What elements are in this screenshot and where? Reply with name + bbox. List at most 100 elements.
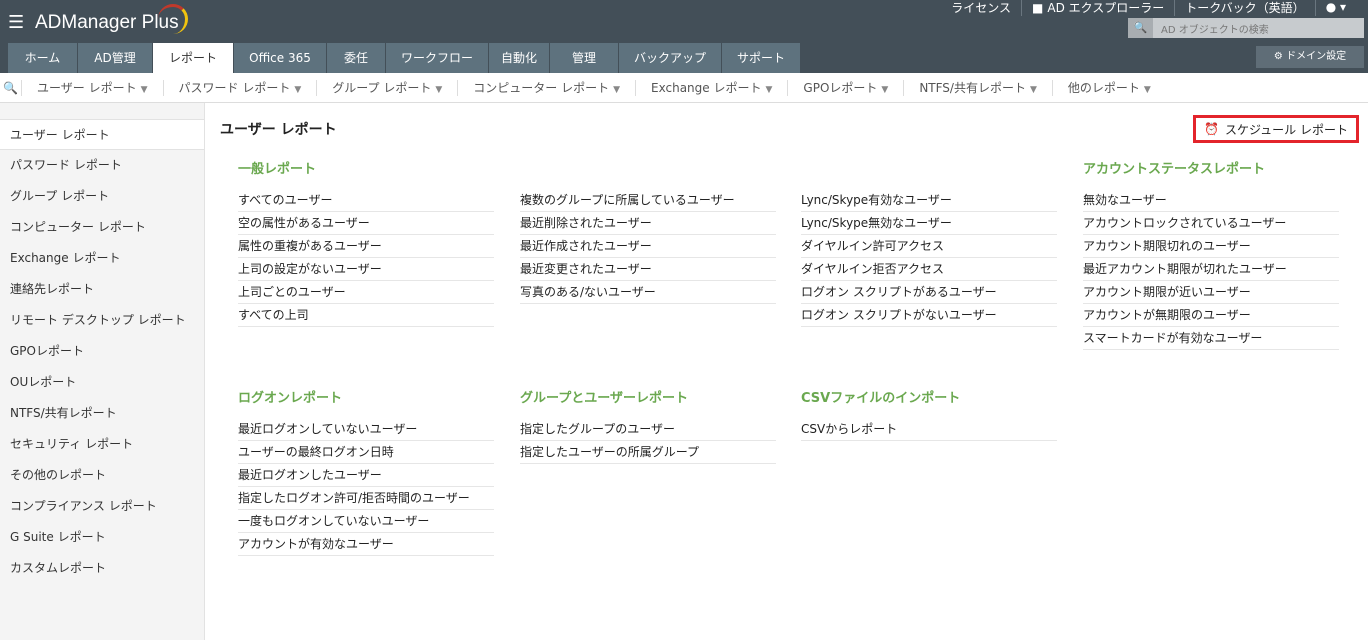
- tab-9[interactable]: サポート: [722, 43, 801, 73]
- subnav-item[interactable]: NTFS/共有レポート ▼: [904, 79, 1053, 96]
- report-link[interactable]: すべてのユーザー: [238, 189, 494, 212]
- report-link[interactable]: 最近アカウント期限が切れたユーザー: [1083, 258, 1339, 281]
- report-link[interactable]: 空の属性があるユーザー: [238, 212, 494, 235]
- section-heading: [520, 158, 776, 176]
- license-link[interactable]: ライセンス: [941, 0, 1023, 16]
- sidebar-item[interactable]: 連絡先レポート: [0, 274, 204, 305]
- caret-down-icon: ▼: [613, 84, 621, 95]
- menu-icon[interactable]: ☰: [8, 12, 24, 33]
- report-link[interactable]: 上司の設定がないユーザー: [238, 258, 494, 281]
- sidebar-item[interactable]: G Suite レポート: [0, 522, 204, 553]
- caret-down-icon: ▼: [1143, 84, 1151, 95]
- tab-6[interactable]: 自動化: [489, 43, 550, 73]
- sidebar-item[interactable]: コンピューター レポート: [0, 212, 204, 243]
- caret-down-icon: ▼: [881, 84, 889, 95]
- subnav-label: ユーザー レポート: [37, 80, 137, 95]
- section-heading: CSVファイルのインポート: [801, 391, 961, 406]
- report-link[interactable]: アカウント期限切れのユーザー: [1083, 235, 1339, 258]
- report-link[interactable]: Lync/Skype有効なユーザー: [801, 189, 1057, 212]
- sidebar-item[interactable]: カスタムレポート: [0, 553, 204, 584]
- sidebar-item[interactable]: リモート デスクトップ レポート: [0, 305, 204, 336]
- report-link[interactable]: 最近ログオンしたユーザー: [238, 464, 494, 487]
- tab-4[interactable]: 委任: [327, 43, 386, 73]
- report-link[interactable]: 最近ログオンしていないユーザー: [238, 418, 494, 441]
- report-link[interactable]: 指定したグループのユーザー: [520, 418, 776, 441]
- report-link[interactable]: 無効なユーザー: [1083, 189, 1339, 212]
- caret-down-icon: ▼: [435, 84, 443, 95]
- report-link[interactable]: ダイヤルイン拒否アクセス: [801, 258, 1057, 281]
- report-subnav: 🔍 ユーザー レポート ▼ パスワード レポート ▼ グループ レポート ▼ コンピューター…: [0, 73, 1368, 103]
- gear-icon: ⚙: [1273, 51, 1283, 62]
- search-icon[interactable]: 🔍: [1128, 18, 1153, 38]
- sidebar-item[interactable]: グループ レポート: [0, 181, 204, 212]
- sidebar-item[interactable]: Exchange レポート: [0, 243, 204, 274]
- report-link[interactable]: 最近削除されたユーザー: [520, 212, 776, 235]
- schedule-report-button[interactable]: ⏰ スケジュール レポート: [1193, 115, 1359, 143]
- report-section: CSVファイルのインポート CSVからレポート: [801, 387, 1057, 441]
- report-link[interactable]: Lync/Skype無効なユーザー: [801, 212, 1057, 235]
- report-section: 複数のグループに所属しているユーザー 最近削除されたユーザー 最近作成されたユーザー…: [520, 158, 776, 304]
- talkback-link[interactable]: トークバック（英語）: [1175, 0, 1316, 16]
- sidebar-item[interactable]: ユーザー レポート: [0, 119, 204, 150]
- app-logo[interactable]: ADManager Plus: [35, 12, 179, 34]
- sidebar-item[interactable]: コンプライアンス レポート: [0, 491, 204, 522]
- ad-explorer-link[interactable]: ■ AD エクスプローラー: [1022, 0, 1176, 16]
- section-heading: [801, 158, 1057, 176]
- report-link[interactable]: すべての上司: [238, 304, 494, 327]
- report-link[interactable]: スマートカードが有効なユーザー: [1083, 327, 1339, 350]
- subnav-item[interactable]: Exchange レポート ▼: [636, 79, 789, 96]
- user-avatar-icon[interactable]: ● ▾: [1316, 0, 1356, 14]
- report-link[interactable]: アカウントが有効なユーザー: [238, 533, 494, 556]
- subnav-label: パスワード レポート: [178, 80, 291, 95]
- tab-3[interactable]: Office 365: [234, 43, 327, 73]
- tab-0[interactable]: ホーム: [8, 43, 78, 73]
- report-link[interactable]: 上司ごとのユーザー: [238, 281, 494, 304]
- folder-icon: ■: [1032, 0, 1044, 15]
- tab-2[interactable]: レポート: [153, 43, 234, 73]
- sidebar-item[interactable]: パスワード レポート: [0, 150, 204, 181]
- report-link[interactable]: 複数のグループに所属しているユーザー: [520, 189, 776, 212]
- report-link[interactable]: CSVからレポート: [801, 418, 1057, 441]
- subnav-item[interactable]: グループ レポート ▼: [317, 79, 459, 96]
- report-link[interactable]: アカウント期限が近いユーザー: [1083, 281, 1339, 304]
- report-link[interactable]: 指定したユーザーの所属グループ: [520, 441, 776, 464]
- report-link[interactable]: ログオン スクリプトがないユーザー: [801, 304, 1057, 327]
- report-section: ログオンレポート 最近ログオンしていないユーザー ユーザーの最終ログオン日時 最近ログ…: [238, 387, 494, 556]
- sidebar-item[interactable]: OUレポート: [0, 367, 204, 398]
- subnav-label: GPOレポート: [803, 80, 878, 95]
- report-section: アカウントステータスレポート 無効なユーザー アカウントロックされているユーザー アカ…: [1083, 158, 1339, 350]
- report-link[interactable]: 最近作成されたユーザー: [520, 235, 776, 258]
- subnav-item[interactable]: コンピューター レポート ▼: [458, 79, 637, 96]
- search-input[interactable]: AD オブジェクトの検索: [1153, 21, 1269, 36]
- domain-settings-button[interactable]: ⚙ ドメイン設定: [1256, 46, 1364, 68]
- report-link[interactable]: ユーザーの最終ログオン日時: [238, 441, 494, 464]
- tab-8[interactable]: バックアップ: [619, 43, 722, 73]
- subnav-item[interactable]: パスワード レポート ▼: [164, 79, 318, 96]
- subnav-label: Exchange レポート: [651, 80, 762, 95]
- subnav-label: コンピューター レポート: [473, 80, 610, 95]
- sidebar-item[interactable]: セキュリティ レポート: [0, 429, 204, 460]
- subnav-item[interactable]: GPOレポート ▼: [788, 79, 905, 96]
- report-link[interactable]: 写真のある/ないユーザー: [520, 281, 776, 304]
- tab-1[interactable]: AD管理: [78, 43, 153, 73]
- report-link[interactable]: 指定したログオン許可/拒否時間のユーザー: [238, 487, 494, 510]
- section-heading: グループとユーザーレポート: [520, 391, 688, 406]
- report-link[interactable]: アカウントロックされているユーザー: [1083, 212, 1339, 235]
- report-link[interactable]: 属性の重複があるユーザー: [238, 235, 494, 258]
- sidebar-item[interactable]: その他のレポート: [0, 460, 204, 491]
- tab-7[interactable]: 管理: [550, 43, 619, 73]
- report-link[interactable]: 一度もログオンしていないユーザー: [238, 510, 494, 533]
- subnav-item[interactable]: 他のレポート ▼: [1053, 80, 1166, 96]
- report-link[interactable]: ログオン スクリプトがあるユーザー: [801, 281, 1057, 304]
- report-link[interactable]: 最近変更されたユーザー: [520, 258, 776, 281]
- sidebar-item[interactable]: NTFS/共有レポート: [0, 398, 204, 429]
- tab-5[interactable]: ワークフロー: [386, 43, 489, 73]
- report-link[interactable]: ダイヤルイン許可アクセス: [801, 235, 1057, 258]
- report-link[interactable]: アカウントが無期限のユーザー: [1083, 304, 1339, 327]
- ad-object-search[interactable]: 🔍 AD オブジェクトの検索: [1128, 18, 1364, 38]
- subnav-item[interactable]: ユーザー レポート ▼: [22, 79, 164, 96]
- search-icon[interactable]: 🔍: [0, 79, 22, 96]
- subnav-label: グループ レポート: [332, 80, 432, 95]
- sidebar-item[interactable]: GPOレポート: [0, 336, 204, 367]
- caret-down-icon: ▼: [765, 84, 773, 95]
